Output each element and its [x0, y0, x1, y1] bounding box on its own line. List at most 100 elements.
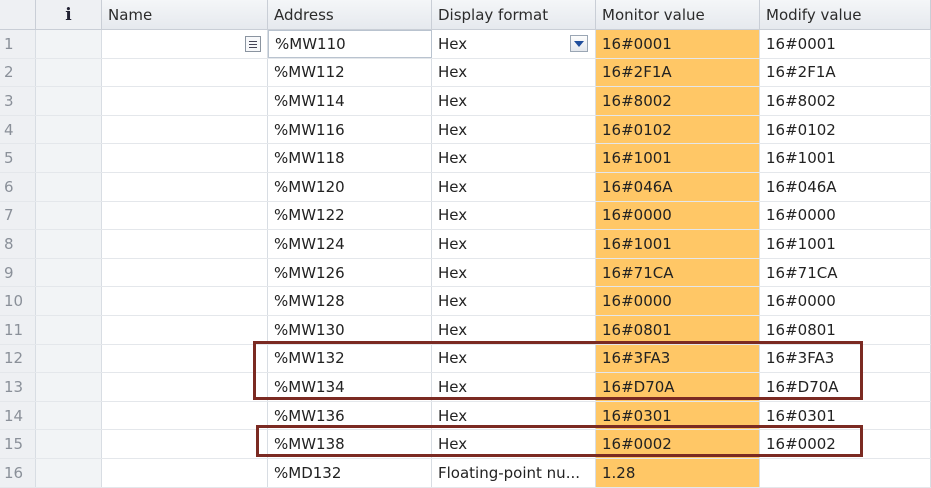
name-cell[interactable]: [102, 430, 268, 458]
modify-value-cell[interactable]: 16#0000: [760, 201, 931, 230]
monitor-value-cell: 16#8002: [596, 87, 760, 115]
modify-value-cell[interactable]: 16#8002: [760, 87, 931, 115]
table-row[interactable]: 13 %MW134 Hex 16#D70A 16#D70A: [0, 373, 931, 402]
row-info-cell: [36, 201, 102, 230]
name-cell[interactable]: [102, 315, 268, 344]
display-format-cell[interactable]: Floating-point nu...: [432, 458, 596, 487]
table-row[interactable]: 10 %MW128 Hex 16#0000 16#0000: [0, 287, 931, 316]
name-cell[interactable]: [102, 201, 268, 230]
address-cell[interactable]: %MW124: [268, 230, 432, 258]
name-cell[interactable]: [102, 287, 268, 315]
table-row[interactable]: 7 %MW122 Hex 16#0000 16#0000: [0, 201, 931, 231]
name-cell[interactable]: [102, 115, 268, 144]
address-cell[interactable]: %MW118: [268, 144, 432, 172]
address-cell[interactable]: %MW112: [268, 58, 432, 87]
display-format-cell[interactable]: Hex: [432, 172, 596, 201]
modify-value-cell[interactable]: 16#D70A: [760, 373, 931, 401]
header-display-format[interactable]: Display format: [432, 0, 596, 29]
modify-value-cell[interactable]: 16#0001: [760, 30, 931, 58]
name-cell[interactable]: [102, 373, 268, 401]
table-row[interactable]: 4 %MW116 Hex 16#0102 16#0102: [0, 115, 931, 145]
modify-value-cell[interactable]: 16#0801: [760, 315, 931, 344]
display-format-cell[interactable]: Hex: [432, 201, 596, 230]
table-row[interactable]: 9 %MW126 Hex 16#71CA 16#71CA: [0, 258, 931, 288]
modify-value-cell[interactable]: 16#2F1A: [760, 58, 931, 87]
display-format-cell[interactable]: Hex: [432, 115, 596, 144]
address-cell[interactable]: %MW110: [268, 30, 432, 58]
modify-value-cell[interactable]: 16#0002: [760, 430, 931, 458]
address-cell[interactable]: %MW126: [268, 258, 432, 287]
header-address[interactable]: Address: [268, 0, 432, 29]
table-row[interactable]: 2 %MW112 Hex 16#2F1A 16#2F1A: [0, 58, 931, 88]
name-cell[interactable]: [102, 458, 268, 487]
address-cell[interactable]: %MW136: [268, 401, 432, 430]
display-format-cell[interactable]: Hex: [432, 287, 596, 315]
modify-value-cell[interactable]: [760, 458, 931, 487]
modify-value-cell[interactable]: 16#0000: [760, 287, 931, 315]
modify-value-cell[interactable]: 16#046A: [760, 172, 931, 201]
address-cell[interactable]: %MW114: [268, 87, 432, 115]
table-row[interactable]: 3 %MW114 Hex 16#8002 16#8002: [0, 87, 931, 116]
name-cell[interactable]: [102, 230, 268, 258]
address-cell[interactable]: %MW128: [268, 287, 432, 315]
row-info-cell: [36, 30, 102, 58]
display-format-cell[interactable]: Hex: [432, 230, 596, 258]
name-cell[interactable]: [102, 87, 268, 115]
chevron-down-icon[interactable]: [570, 35, 588, 52]
name-cell[interactable]: [102, 30, 268, 58]
display-format-cell[interactable]: Hex: [432, 373, 596, 401]
info-icon: i: [65, 4, 72, 25]
row-info-cell: [36, 373, 102, 401]
address-cell[interactable]: %MW116: [268, 115, 432, 144]
row-info-cell: [36, 287, 102, 315]
address-cell[interactable]: %MW130: [268, 315, 432, 344]
address-cell[interactable]: %MW122: [268, 201, 432, 230]
table-row[interactable]: 12 %MW132 Hex 16#3FA3 16#3FA3: [0, 344, 931, 374]
modify-value-cell[interactable]: 16#0301: [760, 401, 931, 430]
modify-value-cell[interactable]: 16#1001: [760, 144, 931, 172]
address-cell[interactable]: %MW132: [268, 344, 432, 373]
name-cell[interactable]: [102, 401, 268, 430]
display-format-cell[interactable]: Hex: [432, 258, 596, 287]
address-cell[interactable]: %MW138: [268, 430, 432, 458]
modify-value-cell[interactable]: 16#1001: [760, 230, 931, 258]
display-format-cell[interactable]: Hex: [432, 344, 596, 373]
header-monitor-value[interactable]: Monitor value: [596, 0, 760, 29]
display-format-cell[interactable]: Hex: [432, 401, 596, 430]
name-cell[interactable]: [102, 172, 268, 201]
header-name[interactable]: Name: [102, 0, 268, 29]
row-info-cell: [36, 115, 102, 144]
table-row[interactable]: 11 %MW130 Hex 16#0801 16#0801: [0, 315, 931, 345]
row-info-cell: [36, 344, 102, 373]
header-modify-value[interactable]: Modify value: [760, 0, 931, 29]
display-format-cell[interactable]: Hex: [432, 315, 596, 344]
name-cell[interactable]: [102, 58, 268, 87]
name-cell[interactable]: [102, 344, 268, 373]
name-cell[interactable]: [102, 258, 268, 287]
table-row[interactable]: 6 %MW120 Hex 16#046A 16#046A: [0, 172, 931, 202]
display-format-cell[interactable]: Hex: [432, 58, 596, 87]
name-cell[interactable]: [102, 144, 268, 172]
header-info[interactable]: i: [36, 0, 102, 29]
modify-value-cell[interactable]: 16#3FA3: [760, 344, 931, 373]
table-row[interactable]: 15 %MW138 Hex 16#0002 16#0002: [0, 430, 931, 459]
display-format-cell[interactable]: Hex: [432, 87, 596, 115]
address-cell[interactable]: %MW120: [268, 172, 432, 201]
address-cell[interactable]: %MW134: [268, 373, 432, 401]
table-row[interactable]: 8 %MW124 Hex 16#1001 16#1001: [0, 230, 931, 259]
table-row[interactable]: 1 %MW110 Hex 16#0001 16#0001: [0, 30, 931, 59]
row-info-cell: [36, 401, 102, 430]
modify-value-cell[interactable]: 16#0102: [760, 115, 931, 144]
display-format-cell[interactable]: Hex: [432, 430, 596, 458]
monitor-value-cell: 1.28: [596, 458, 760, 487]
display-format-cell[interactable]: Hex: [432, 144, 596, 172]
monitor-value-cell: 16#3FA3: [596, 344, 760, 373]
row-info-cell: [36, 315, 102, 344]
list-icon[interactable]: [245, 36, 261, 52]
monitor-value-cell: 16#D70A: [596, 373, 760, 401]
address-cell[interactable]: %MD132: [268, 458, 432, 487]
table-row[interactable]: 16 %MD132 Floating-point nu... 1.28: [0, 458, 931, 488]
table-row[interactable]: 5 %MW118 Hex 16#1001 16#1001: [0, 144, 931, 173]
table-row[interactable]: 14 %MW136 Hex 16#0301 16#0301: [0, 401, 931, 431]
modify-value-cell[interactable]: 16#71CA: [760, 258, 931, 287]
